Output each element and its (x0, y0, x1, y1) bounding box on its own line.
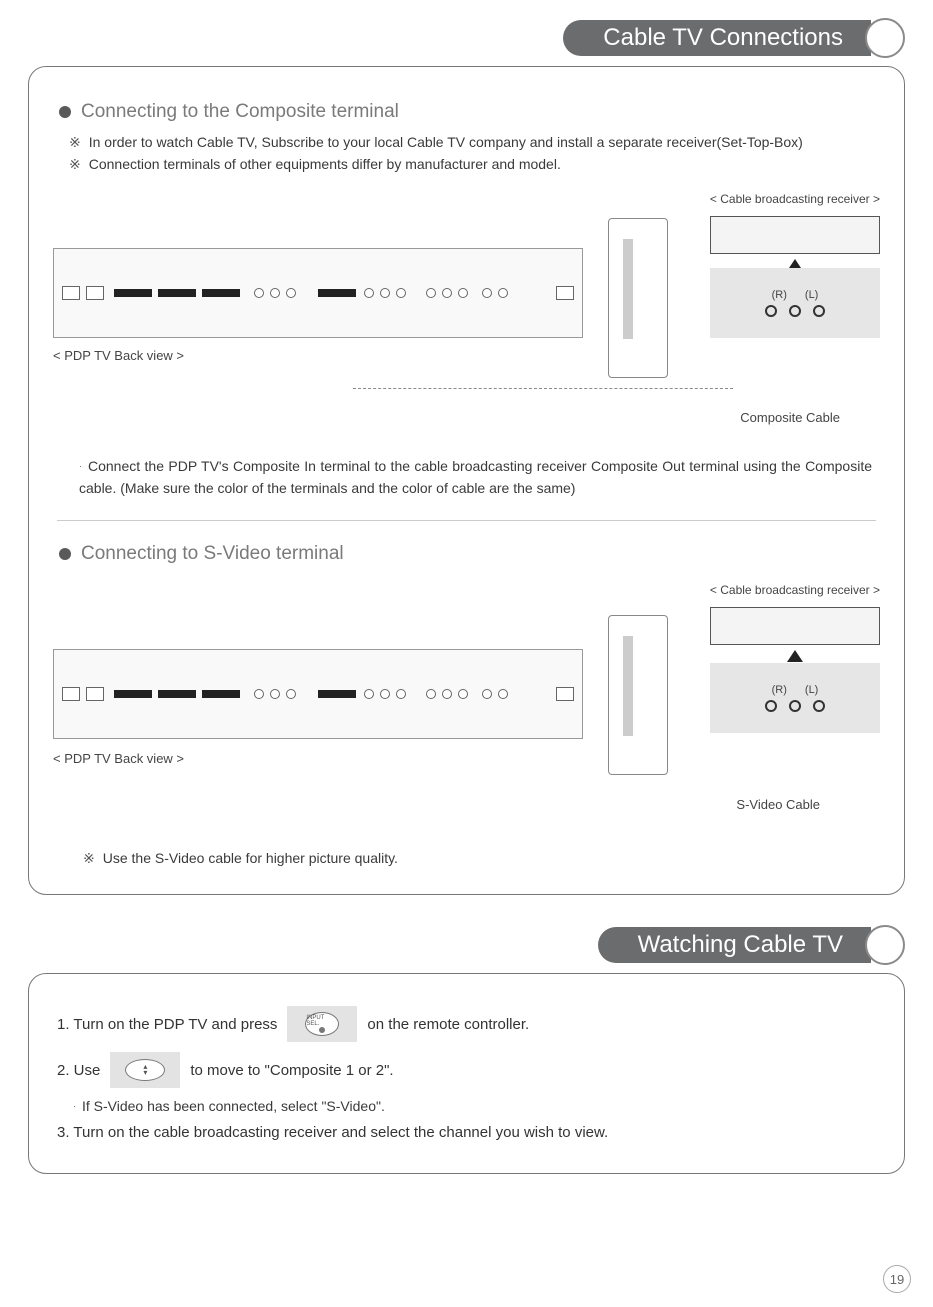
tab-circle-decor (865, 18, 905, 58)
pdp-back-panel-illustration (53, 649, 583, 739)
sub-step-text: If S-Video has been connected, select "S… (82, 1098, 385, 1114)
small-bullet-icon: · (73, 1101, 76, 1111)
rca-jack-icon (789, 700, 801, 712)
diagram-composite: < Cable broadcasting receiver > < PDP TV… (53, 188, 880, 448)
reference-mark-icon: ※ (83, 849, 95, 869)
backview-caption: < PDP TV Back view > (53, 348, 184, 363)
receiver-illustration (710, 216, 880, 254)
section-head-svideo: Connecting to S-Video terminal (59, 543, 880, 565)
note-text: Connection terminals of other equipments… (89, 155, 561, 175)
note-text: In order to watch Cable TV, Subscribe to… (89, 133, 803, 153)
step-text-part: 1. Turn on the PDP TV and press (57, 1016, 277, 1033)
tab-title: Cable TV Connections (563, 20, 871, 56)
nav-oval-icon: ▴ ▾ (125, 1059, 165, 1081)
tab-circle-decor (865, 925, 905, 965)
cable-caption: Composite Cable (740, 410, 840, 425)
remote-input-sel-button-illustration: INPUT SEL. (287, 1006, 357, 1042)
receiver-illustration (710, 607, 880, 645)
receiver-caption: < Cable broadcasting receiver > (710, 192, 880, 206)
jack-label-r: (R) (772, 289, 787, 301)
panel-cable-connections: Connecting to the Composite terminal ※ I… (28, 66, 905, 895)
step-text-part: on the remote controller. (367, 1016, 529, 1033)
jack-label-r: (R) (772, 684, 787, 696)
cable-caption: S-Video Cable (736, 797, 820, 812)
receiver-caption: < Cable broadcasting receiver > (710, 583, 880, 597)
section-head-composite: Connecting to the Composite terminal (59, 101, 880, 123)
step-1: 1. Turn on the PDP TV and press INPUT SE… (57, 1006, 876, 1042)
jack-label-l: (L) (805, 684, 818, 696)
pdp-side-panel-illustration (608, 218, 668, 378)
backview-caption: < PDP TV Back view > (53, 751, 184, 766)
instruction-text: Connect the PDP TV's Composite In termin… (79, 458, 872, 496)
step-3: 3. Turn on the cable broadcasting receiv… (57, 1124, 876, 1141)
rca-jack-icon (765, 305, 777, 317)
step-text-part: to move to "Composite 1 or 2". (190, 1062, 393, 1079)
rca-jack-icon (813, 305, 825, 317)
bullet-icon (59, 548, 71, 560)
page-number-text: 19 (890, 1272, 904, 1287)
step-2: 2. Use ▴ ▾ to move to "Composite 1 or 2"… (57, 1052, 876, 1088)
pdp-back-panel-illustration (53, 248, 583, 338)
tab-title-text: Cable TV Connections (603, 24, 843, 52)
rca-jack-icon (765, 700, 777, 712)
remote-nav-button-illustration: ▴ ▾ (110, 1052, 180, 1088)
sub-step: · If S-Video has been connected, select "… (73, 1098, 876, 1114)
diagram-svideo: < Cable broadcasting receiver > < PDP TV… (53, 579, 880, 829)
pdp-side-panel-illustration (608, 615, 668, 775)
note-line-svideo: ※ Use the S-Video cable for higher pictu… (83, 849, 880, 869)
section-heading-text: Connecting to S-Video terminal (81, 543, 344, 565)
bullet-icon (59, 106, 71, 118)
jack-label-l: (L) (805, 289, 818, 301)
section-tab-connections: Cable TV Connections (28, 18, 905, 58)
step-text-part: 2. Use (57, 1062, 100, 1079)
section-heading-text: Connecting to the Composite terminal (81, 101, 399, 123)
button-label: INPUT SEL. (306, 1015, 338, 1027)
rca-jack-icon (789, 305, 801, 317)
instruction-paragraph: ·Connect the PDP TV's Composite In termi… (79, 456, 872, 499)
cable-path-line (353, 388, 733, 389)
page-number: 19 (883, 1265, 911, 1293)
input-sel-icon: INPUT SEL. (305, 1012, 339, 1036)
divider (57, 520, 876, 521)
reference-mark-icon: ※ (69, 133, 81, 153)
audio-jack-block: (R) (L) (710, 268, 880, 338)
rca-jack-icon (813, 700, 825, 712)
note-line-1: ※ In order to watch Cable TV, Subscribe … (69, 133, 880, 153)
section-tab-watching: Watching Cable TV (28, 925, 905, 965)
tab-title: Watching Cable TV (598, 927, 871, 963)
note-text: Use the S-Video cable for higher picture… (103, 849, 398, 869)
small-bullet-icon: · (79, 461, 82, 471)
audio-jack-block: (R) (L) (710, 663, 880, 733)
step-text: 3. Turn on the cable broadcasting receiv… (57, 1124, 608, 1141)
reference-mark-icon: ※ (69, 155, 81, 175)
panel-watching: 1. Turn on the PDP TV and press INPUT SE… (28, 973, 905, 1174)
tab-title-text: Watching Cable TV (638, 931, 843, 959)
note-line-2: ※ Connection terminals of other equipmen… (69, 155, 880, 175)
